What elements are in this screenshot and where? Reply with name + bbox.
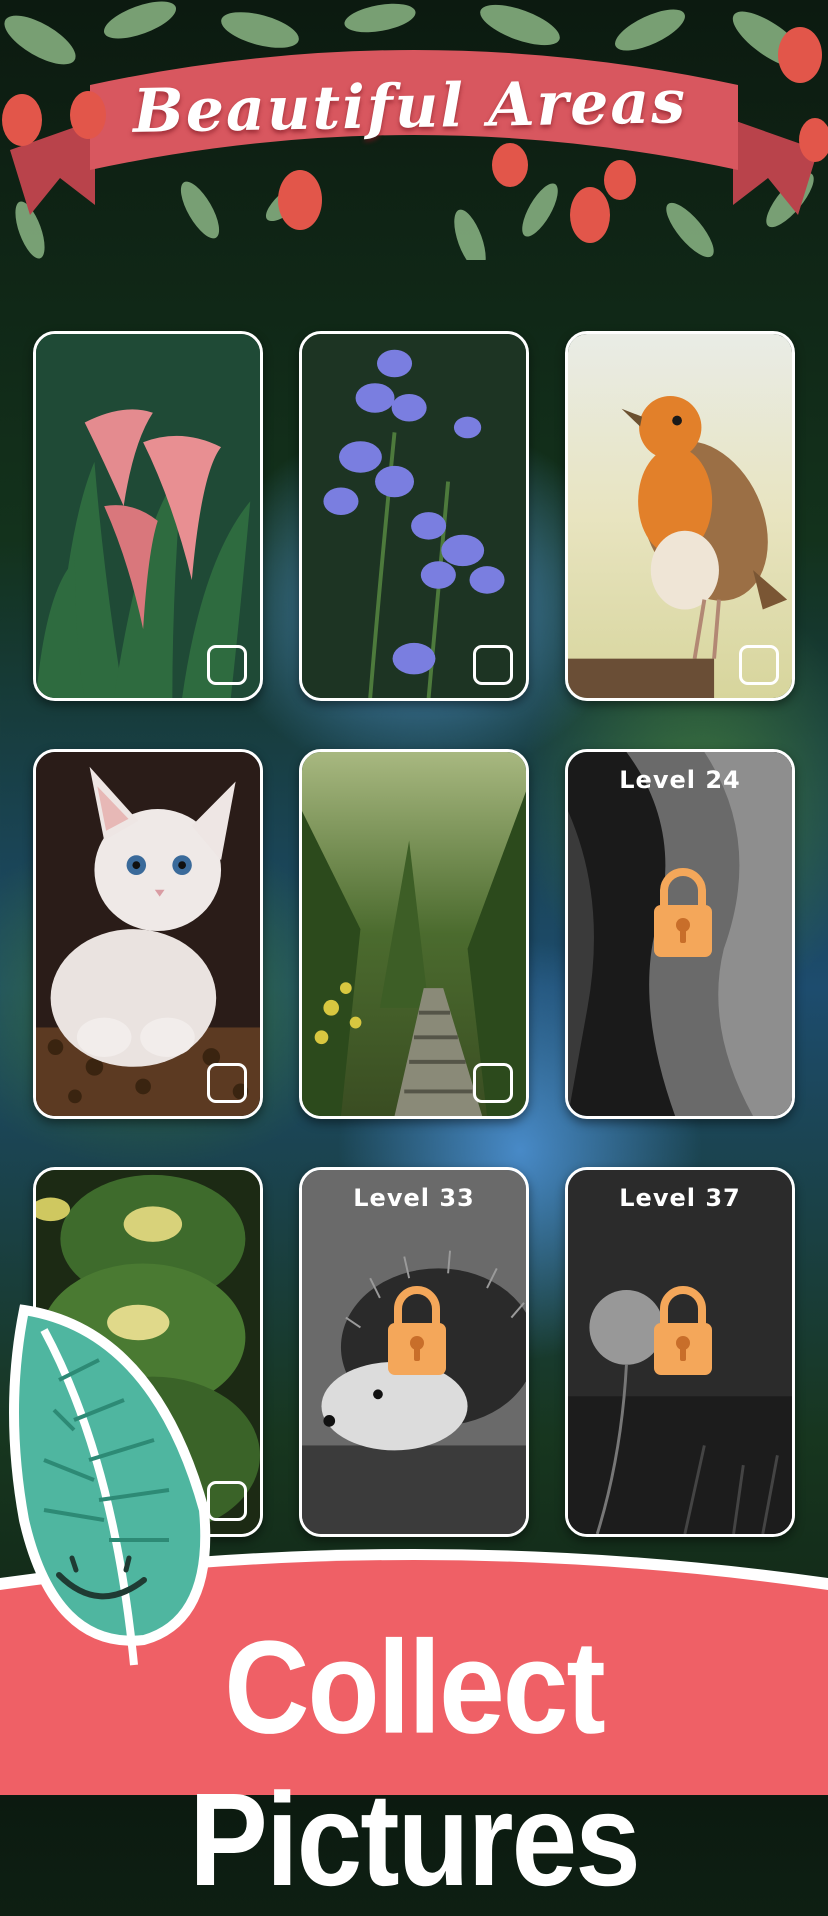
level-label: Level 33 — [353, 1184, 475, 1212]
picture-card-calla-lilies[interactable] — [33, 331, 263, 701]
kitten-image — [36, 752, 260, 1116]
page-title: Beautiful Areas — [132, 67, 688, 147]
level-label: Level 24 — [619, 766, 741, 794]
padlock-icon — [654, 1286, 712, 1375]
picture-card-bluebells[interactable] — [299, 331, 529, 701]
checkbox-icon[interactable] — [473, 645, 513, 685]
checkbox-icon[interactable] — [473, 1063, 513, 1103]
padlock-icon — [654, 868, 712, 957]
checkbox-icon[interactable] — [207, 645, 247, 685]
picture-card-forest-path[interactable] — [299, 749, 529, 1119]
level-label: Level 37 — [619, 1184, 741, 1212]
top-decoration: Beautiful Areas — [0, 0, 828, 320]
checkbox-icon[interactable] — [739, 645, 779, 685]
robin-image — [568, 334, 792, 698]
bluebells-image — [302, 334, 526, 698]
calla-lilies-image — [36, 334, 260, 698]
picture-card-dandelion-locked[interactable]: Level 37 — [565, 1167, 795, 1537]
picture-card-canyon-locked[interactable]: Level 24 — [565, 749, 795, 1119]
padlock-icon — [388, 1286, 446, 1375]
footer-title: Collect Pictures — [189, 1613, 641, 1915]
picture-card-hedgehog-locked[interactable]: Level 33 — [299, 1167, 529, 1537]
checkbox-icon[interactable] — [207, 1063, 247, 1103]
picture-card-kitten[interactable] — [33, 749, 263, 1119]
picture-card-robin[interactable] — [565, 331, 795, 701]
forest-path-image — [302, 752, 526, 1116]
